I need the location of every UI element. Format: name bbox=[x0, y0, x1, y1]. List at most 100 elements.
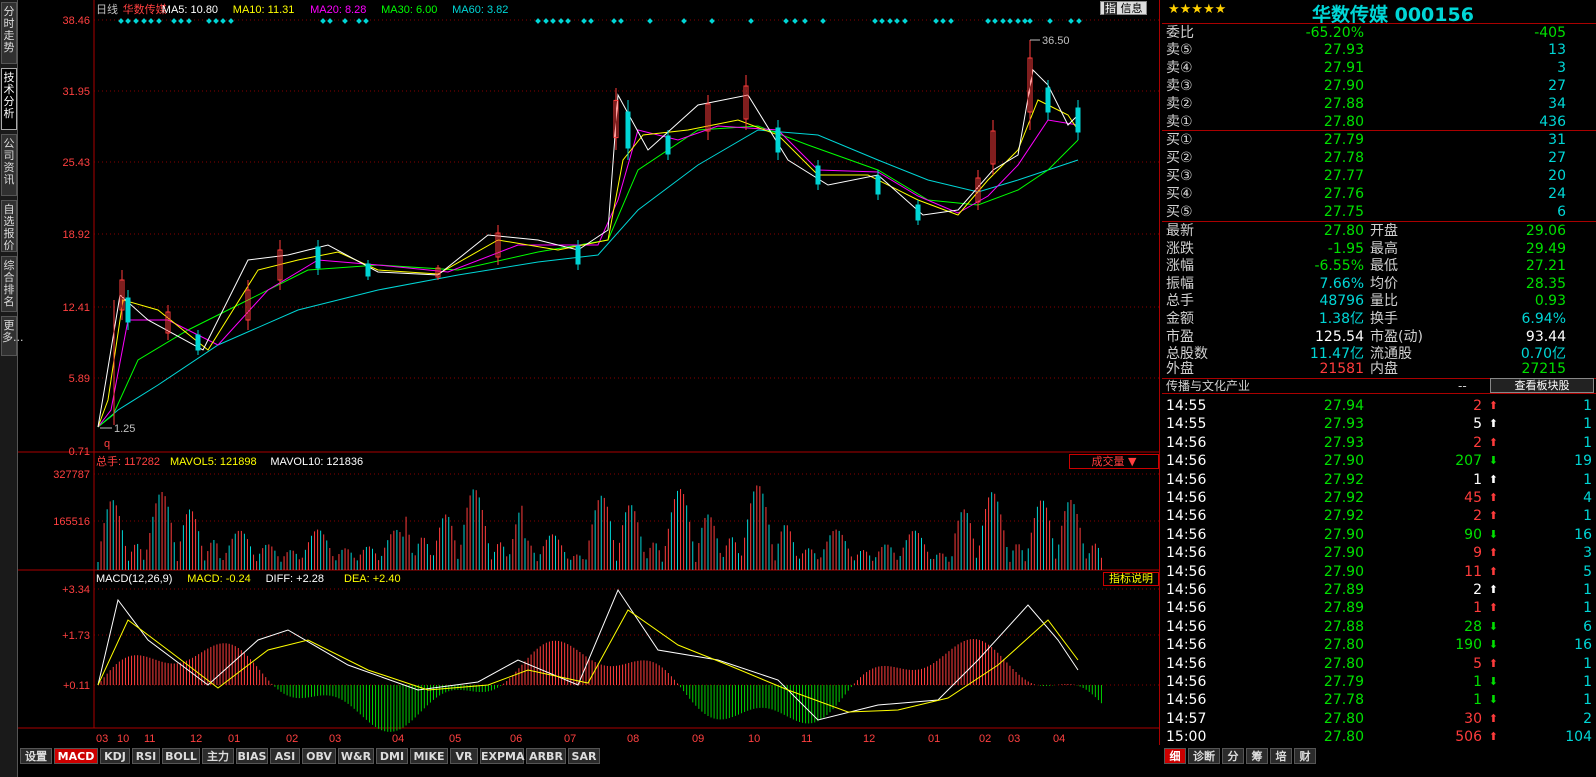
arrow-up-icon: ⬆ bbox=[1488, 509, 1498, 523]
indicator-tab-主力[interactable]: 主力 bbox=[202, 748, 234, 764]
indicator-tab-dmi[interactable]: DMI bbox=[376, 748, 408, 764]
tick-row: 14:56 27.93 2 ⬆ 1 bbox=[1162, 434, 1596, 452]
tick-volume: 190 bbox=[1455, 637, 1482, 654]
stat-label: 市盈 bbox=[1166, 328, 1194, 345]
stat-label: 换手 bbox=[1370, 311, 1398, 327]
order-volume: 31 bbox=[1548, 132, 1566, 148]
tick-volume: 5 bbox=[1473, 416, 1482, 433]
chart-canvas[interactable]: 38.46 31.95 25.43 18.92 12.41 5.89 0.71 327787 1… bbox=[18, 0, 1160, 745]
indicator-tab-设置[interactable]: 设置 bbox=[20, 748, 52, 764]
side-tab-0[interactable]: 分时走势 bbox=[1, 2, 17, 64]
candle-body bbox=[125, 297, 131, 323]
order-price: 27.91 bbox=[1323, 60, 1364, 76]
order-price: 27.80 bbox=[1323, 114, 1364, 130]
quote-tab-3[interactable]: 筹 bbox=[1246, 748, 1268, 764]
indicator-tab-w&r[interactable]: W&R bbox=[338, 748, 374, 764]
order-level-label: 卖③ bbox=[1166, 78, 1193, 94]
view-sector-button[interactable]: 查看板块股 bbox=[1490, 378, 1594, 393]
buy-row: 买② 27.78 27 bbox=[1162, 149, 1596, 167]
macd-help-button[interactable]: 指标说明 bbox=[1103, 572, 1159, 586]
signal-diamond bbox=[1068, 18, 1074, 24]
arrow-down-icon: ⬇ bbox=[1488, 454, 1498, 468]
side-tab-4[interactable]: 综合排名 bbox=[1, 256, 17, 312]
ma60-line bbox=[97, 129, 1079, 428]
indicator-tab-arbr[interactable]: ARBR bbox=[526, 748, 566, 764]
tick-time: 14:55 bbox=[1166, 398, 1207, 414]
order-volume: 24 bbox=[1548, 186, 1566, 202]
macd-tick-label: +1.73 bbox=[62, 630, 90, 642]
side-tab-3[interactable]: 自选报价 bbox=[1, 200, 17, 252]
stat-value: 0.93 bbox=[1534, 293, 1566, 310]
month-label: 12 bbox=[190, 733, 202, 745]
sell-row: 卖② 27.88 34 bbox=[1162, 95, 1596, 113]
indicator-tab-kdj[interactable]: KDJ bbox=[100, 748, 130, 764]
quote-tab-2[interactable]: 分 bbox=[1222, 748, 1244, 764]
month-label: 10 bbox=[117, 733, 129, 745]
tick-time: 14:56 bbox=[1166, 655, 1207, 672]
side-tab-1[interactable]: 技术分析 bbox=[1, 68, 17, 130]
vol-indicator-selector[interactable]: 成交量 ▼ bbox=[1069, 454, 1159, 469]
signal-diamond bbox=[681, 18, 687, 24]
side-tab-5[interactable]: 更多... bbox=[1, 316, 24, 356]
side-tab-2[interactable]: 公司资讯 bbox=[1, 134, 17, 196]
indicator-tab-obv[interactable]: OBV bbox=[302, 748, 336, 764]
stat-label: 最低 bbox=[1370, 258, 1398, 275]
tick-volume: 90 bbox=[1464, 526, 1482, 543]
quote-tab-5[interactable]: 财 bbox=[1294, 748, 1316, 764]
buy-row: 买④ 27.76 24 bbox=[1162, 185, 1596, 203]
tick-count: 5 bbox=[1583, 563, 1592, 580]
tick-row: 15:00 27.80 506 ⬆ 104 bbox=[1162, 728, 1596, 746]
order-level-label: 买③ bbox=[1166, 168, 1193, 184]
indicator-tab-vr[interactable]: VR bbox=[450, 748, 478, 764]
indicator-tab-sar[interactable]: SAR bbox=[568, 748, 600, 764]
stat-label: 最新 bbox=[1166, 223, 1194, 239]
tick-time: 14:56 bbox=[1166, 600, 1207, 617]
indicator-tab-mike[interactable]: MIKE bbox=[410, 748, 448, 764]
signal-diamond bbox=[902, 18, 908, 24]
indicator-tab-rsi[interactable]: RSI bbox=[132, 748, 160, 764]
tick-volume: 45 bbox=[1464, 490, 1482, 506]
signal-diamond bbox=[748, 18, 754, 24]
stat-row: 总手 48796 量比 0.93 bbox=[1162, 292, 1596, 310]
signal-diamond bbox=[588, 18, 594, 24]
tick-count: 1 bbox=[1583, 655, 1592, 672]
signal-diamond bbox=[618, 18, 624, 24]
low-mark-label: 1.25 bbox=[114, 423, 135, 435]
quote-tab-1[interactable]: 诊断 bbox=[1188, 748, 1220, 764]
signal-diamond bbox=[148, 18, 154, 24]
info-button[interactable]: 指 信息 bbox=[1100, 1, 1147, 15]
signal-diamond bbox=[363, 18, 369, 24]
tick-time: 14:56 bbox=[1166, 582, 1207, 598]
order-price: 27.77 bbox=[1323, 168, 1364, 184]
tick-price: 27.89 bbox=[1323, 582, 1364, 598]
tick-count: 16 bbox=[1574, 526, 1592, 543]
candle-body bbox=[625, 111, 631, 149]
stat-label: 振幅 bbox=[1166, 275, 1194, 292]
tick-volume: 2 bbox=[1473, 398, 1482, 414]
tick-price: 27.92 bbox=[1323, 508, 1364, 525]
indicator-tab-bar: 设置 MACD KDJ RSI BOLL 主力 BIAS ASI OBV W&R DMI MIKE VR… bbox=[18, 747, 1160, 777]
indicator-tab-bias[interactable]: BIAS bbox=[236, 748, 268, 764]
month-label: 12 bbox=[863, 733, 875, 745]
indicator-tab-macd[interactable]: MACD bbox=[54, 748, 98, 764]
tick-time: 14:57 bbox=[1166, 710, 1207, 727]
stat-label: 量比 bbox=[1370, 293, 1398, 310]
stat-value: 7.66% bbox=[1319, 275, 1364, 292]
quote-tab-0[interactable]: 细 bbox=[1164, 748, 1186, 764]
signal-diamond bbox=[948, 18, 954, 24]
indicator-tab-boll[interactable]: BOLL bbox=[162, 748, 200, 764]
sector-dash: -- bbox=[1458, 379, 1467, 393]
candle-body bbox=[665, 135, 671, 155]
tick-price: 27.90 bbox=[1323, 545, 1364, 562]
arrow-up-icon: ⬆ bbox=[1488, 472, 1498, 486]
indicator-tab-expma[interactable]: EXPMA bbox=[480, 748, 525, 764]
ma20-line bbox=[97, 119, 1079, 428]
indicator-tab-asi[interactable]: ASI bbox=[270, 748, 300, 764]
kline-chart[interactable]: 38.46 31.95 25.43 18.92 12.41 5.89 0.71 327787 1… bbox=[18, 0, 1160, 745]
order-volume: 13 bbox=[1548, 42, 1566, 58]
quote-tab-4[interactable]: 培 bbox=[1270, 748, 1292, 764]
price-tick-label: 0.71 bbox=[69, 446, 90, 458]
arrow-up-icon: ⬆ bbox=[1488, 564, 1498, 578]
tick-row: 14:56 27.89 1 ⬆ 1 bbox=[1162, 599, 1596, 617]
tick-price: 27.80 bbox=[1323, 729, 1364, 746]
